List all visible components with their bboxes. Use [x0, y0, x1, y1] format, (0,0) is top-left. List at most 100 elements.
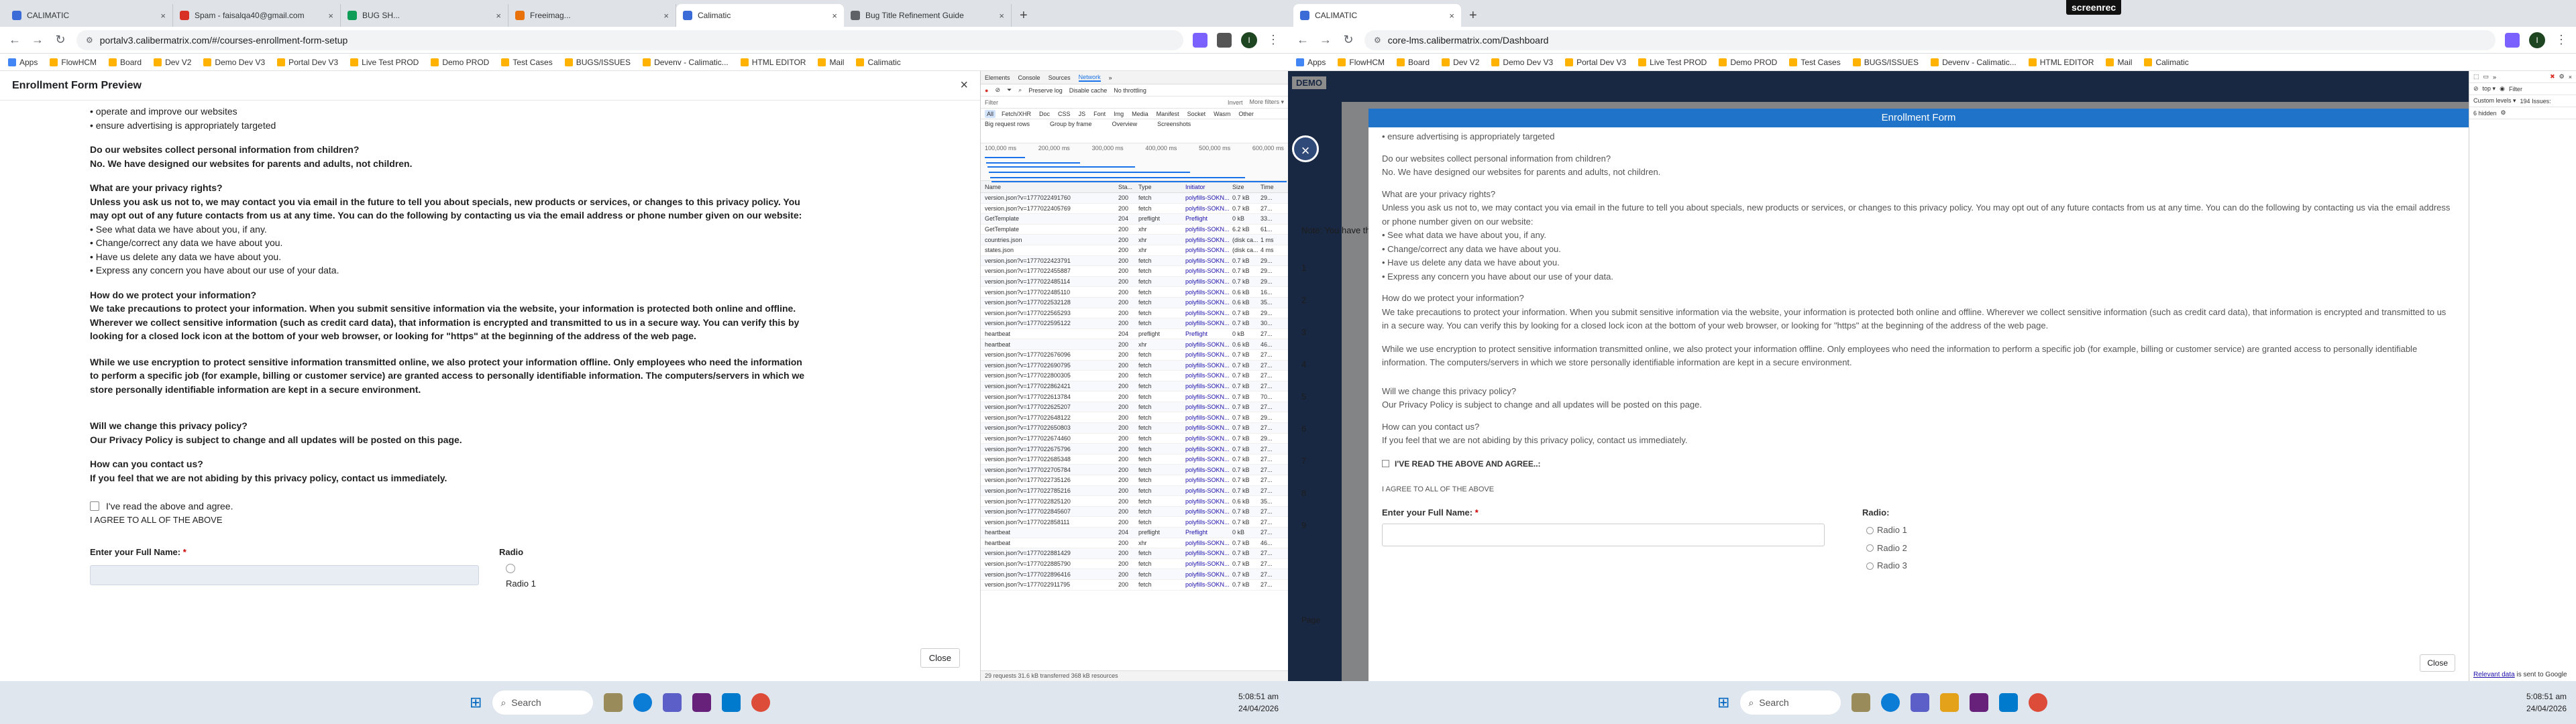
full-name-input[interactable]	[1382, 524, 1825, 546]
table-row[interactable]: version.json?v=1777022613784 200 fetch poly…	[981, 391, 1288, 402]
more-tabs-icon[interactable]: »	[2493, 74, 2496, 80]
table-row[interactable]: heartbeat 200 xhr polyfills-SOKN... 0.6 kB 46…	[981, 339, 1288, 350]
table-row[interactable]: version.json?v=1777022625207 200 fetch poly…	[981, 402, 1288, 413]
visual-studio-icon[interactable]	[692, 693, 712, 712]
table-row[interactable]: version.json?v=1777022896416 200 fetch poly…	[981, 569, 1288, 580]
windows-start-icon[interactable]: ⊞	[470, 694, 482, 711]
devtools-tab[interactable]: »	[1109, 74, 1112, 81]
table-row[interactable]: version.json?v=1777022675796 200 fetch poly…	[981, 444, 1288, 455]
table-row[interactable]: version.json?v=1777022455887 200 fetch poly…	[981, 266, 1288, 277]
modal-close-icon[interactable]: ×	[960, 78, 968, 93]
table-row[interactable]: version.json?v=1777022881429 200 fetch poly…	[981, 548, 1288, 559]
agree-checkbox[interactable]	[1382, 460, 1389, 468]
record-icon[interactable]: ●	[985, 87, 988, 94]
extension-icon[interactable]	[1193, 32, 1208, 48]
request-type-filter[interactable]: Font	[1091, 110, 1108, 118]
console-filter-input[interactable]: Filter	[2509, 86, 2522, 93]
tab-close-icon[interactable]: ×	[999, 11, 1004, 21]
big-request-rows-option[interactable]: Big request rows	[985, 121, 1030, 141]
site-info-icon[interactable]: ⚙	[86, 36, 93, 45]
chrome-icon[interactable]	[2029, 693, 2048, 712]
relevant-data-link[interactable]: Relevant data	[2473, 671, 2515, 678]
table-row[interactable]: version.json?v=1777022674460 200 fetch poly…	[981, 434, 1288, 444]
menu-kebab-icon[interactable]: ⋮	[2555, 33, 2568, 47]
table-row[interactable]: version.json?v=1777022485114 200 fetch poly…	[981, 276, 1288, 288]
table-row[interactable]: version.json?v=1777022785216 200 fetch poly…	[981, 485, 1288, 497]
column-header[interactable]: Type	[1138, 184, 1185, 190]
agree-checkbox[interactable]	[90, 501, 99, 511]
back-icon[interactable]: ←	[8, 33, 21, 47]
back-icon[interactable]: ←	[1296, 33, 1309, 47]
table-row[interactable]: heartbeat 204 preflight Preflight 0 kB 27...	[981, 528, 1288, 538]
bookmark-item[interactable]: Demo PROD	[431, 58, 489, 67]
url-field[interactable]: ⚙ portalv3.calibermatrix.com/#/courses-e…	[76, 29, 1183, 50]
throttling-select[interactable]: No throttling	[1114, 87, 1146, 94]
radio-option[interactable]: Radio 1	[1862, 524, 1907, 538]
request-type-filter[interactable]: Other	[1236, 110, 1256, 118]
bookmark-item[interactable]: BUGS/ISSUES	[1852, 58, 1919, 67]
widgets-icon[interactable]	[604, 693, 623, 712]
table-row[interactable]: version.json?v=1777022862421 200 fetch poly…	[981, 381, 1288, 392]
issues-count[interactable]: 194 Issues:	[2520, 98, 2551, 105]
browser-tab[interactable]: Freeimag... ×	[508, 4, 676, 27]
request-type-filter[interactable]: Img	[1112, 110, 1126, 118]
edge-icon[interactable]	[633, 693, 653, 712]
close-circle-icon[interactable]: ×	[1292, 135, 1319, 162]
browser-tab[interactable]: Spam - faisalqa40@gmail.com ×	[173, 4, 341, 27]
taskbar-search[interactable]: ⌕ Search	[492, 690, 594, 715]
table-row[interactable]: version.json?v=1777022800305 200 fetch poly…	[981, 371, 1288, 381]
request-type-filter[interactable]: CSS	[1056, 110, 1073, 118]
table-row[interactable]: version.json?v=1777022911795 200 fetch poly…	[981, 580, 1288, 591]
bookmark-item[interactable]: Demo PROD	[1719, 58, 1777, 67]
bookmark-item[interactable]: Live Test PROD	[1638, 58, 1707, 67]
column-header[interactable]: Time	[1260, 184, 1281, 190]
bookmark-item[interactable]: Board	[1397, 58, 1430, 67]
teams-icon[interactable]	[663, 693, 682, 712]
bookmark-item[interactable]: HTML EDITOR	[2028, 58, 2094, 67]
browser-tab[interactable]: CALIMATIC ×	[5, 4, 173, 27]
table-row[interactable]: version.json?v=1777022485110 200 fetch poly…	[981, 287, 1288, 298]
bookmark-item[interactable]: Mail	[2106, 58, 2132, 67]
bookmark-item[interactable]: BUGS/ISSUES	[564, 58, 631, 67]
request-type-filter[interactable]: JS	[1077, 110, 1088, 118]
reload-icon[interactable]: ↻	[54, 33, 67, 47]
forward-icon[interactable]: →	[31, 33, 44, 47]
radio-button[interactable]	[1866, 544, 1874, 552]
bookmark-item[interactable]: Dev V2	[1442, 58, 1479, 67]
bookmark-item[interactable]: Demo Dev V3	[1491, 58, 1553, 67]
request-type-filter[interactable]: Manifest	[1155, 110, 1181, 118]
table-row[interactable]: version.json?v=1777022595122 200 fetch poly…	[981, 318, 1288, 329]
tab-close-icon[interactable]: ×	[160, 11, 166, 21]
radio-option[interactable]: Radio 2	[1862, 542, 1907, 556]
table-row[interactable]: heartbeat 204 preflight Preflight 0 kB 27...	[981, 329, 1288, 340]
extensions-puzzle-icon[interactable]	[1217, 32, 1232, 48]
radio-button[interactable]	[506, 563, 515, 573]
system-clock[interactable]: 5:08:51 am 24/04/2026	[2526, 690, 2567, 715]
bookmark-item[interactable]: Test Cases	[1789, 58, 1841, 67]
clear-console-icon[interactable]: ⊘	[2473, 85, 2479, 93]
context-select[interactable]: top ▾	[2483, 85, 2496, 93]
table-row[interactable]: version.json?v=1777022885790 200 fetch poly…	[981, 559, 1288, 570]
request-type-filter[interactable]: Doc	[1037, 110, 1052, 118]
device-icon[interactable]: ▭	[2483, 73, 2489, 80]
bookmark-item[interactable]: Mail	[818, 58, 844, 67]
tab-close-icon[interactable]: ×	[832, 11, 837, 21]
menu-kebab-icon[interactable]: ⋮	[1267, 33, 1280, 47]
bookmark-item[interactable]: Demo Dev V3	[203, 58, 265, 67]
bookmark-item[interactable]: Test Cases	[501, 58, 553, 67]
forward-icon[interactable]: →	[1319, 33, 1332, 47]
full-name-input[interactable]	[90, 564, 479, 585]
bookmark-item[interactable]: Portal Dev V3	[277, 58, 338, 67]
close-button[interactable]: Close	[920, 648, 960, 668]
table-row[interactable]: version.json?v=1777022690795 200 fetch poly…	[981, 360, 1288, 371]
column-header[interactable]: Name	[981, 184, 1118, 190]
settings-gear-icon[interactable]: ⚙	[2559, 73, 2565, 80]
request-type-filter[interactable]: All	[985, 109, 996, 118]
table-row[interactable]: version.json?v=1777022685348 200 fetch poly…	[981, 455, 1288, 465]
profile-avatar[interactable]: I	[1241, 32, 1257, 48]
table-row[interactable]: version.json?v=1777022825120 200 fetch poly…	[981, 496, 1288, 507]
browser-tab[interactable]: CALIMATIC ×	[1293, 4, 1461, 27]
bookmark-item[interactable]: Calimatic	[856, 58, 901, 67]
file-explorer-icon[interactable]	[1940, 693, 1960, 712]
radio-button[interactable]	[1866, 562, 1874, 570]
